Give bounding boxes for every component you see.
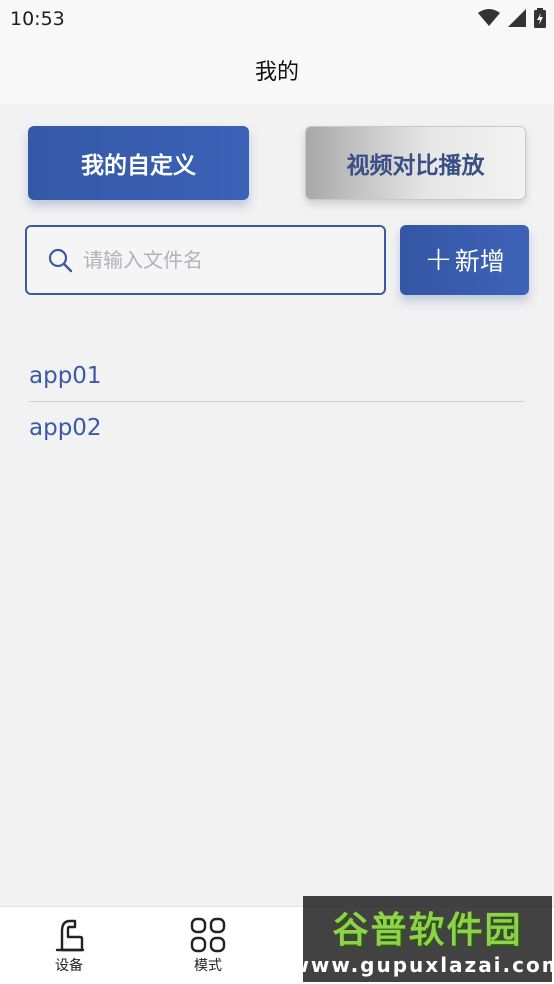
signal-icon [508, 9, 526, 27]
page-title: 我的 [254, 60, 299, 85]
plus-icon: + [424, 238, 453, 279]
nav-label-device: 设备 [55, 958, 83, 974]
battery-charging-icon [534, 8, 546, 28]
video-compare-button[interactable]: 视频对比播放 [305, 126, 526, 200]
file-name: app02 [29, 415, 102, 441]
file-list: app01 app02 [29, 350, 525, 454]
watermark-title: 谷普软件园 [332, 910, 523, 951]
system-icons [478, 8, 546, 28]
nav-item-device[interactable]: 设备 [29, 907, 109, 984]
my-custom-button[interactable]: 我的自定义 [28, 126, 249, 200]
status-time: 10:53 [10, 8, 65, 30]
watermark-url: www.gupuxlazai.com [290, 953, 554, 977]
add-button-label: 新增 [454, 247, 505, 276]
nav-label-mode: 模式 [194, 958, 222, 974]
search-input[interactable] [83, 240, 363, 280]
app-header: 我的 [0, 40, 554, 104]
list-item[interactable]: app02 [29, 402, 525, 454]
status-bar: 10:53 [0, 0, 554, 40]
grid-icon [190, 917, 226, 953]
my-custom-button-label: 我的自定义 [81, 153, 196, 179]
watermark: 谷普软件园 www.gupuxlazai.com [290, 896, 554, 982]
device-icon [55, 919, 85, 952]
file-name: app01 [29, 362, 102, 389]
search-icon [48, 248, 73, 273]
nav-item-mode[interactable]: 模式 [168, 907, 248, 984]
wifi-icon [478, 9, 500, 26]
search-box[interactable] [25, 225, 386, 295]
add-button[interactable]: + 新增 [400, 225, 529, 295]
list-item[interactable]: app01 [29, 350, 525, 402]
video-compare-button-label: 视频对比播放 [346, 153, 485, 179]
app-screen: 10:53 我的 我的自定义 视频对比播放 请输入文件名 + 新增 app01 … [0, 0, 554, 984]
